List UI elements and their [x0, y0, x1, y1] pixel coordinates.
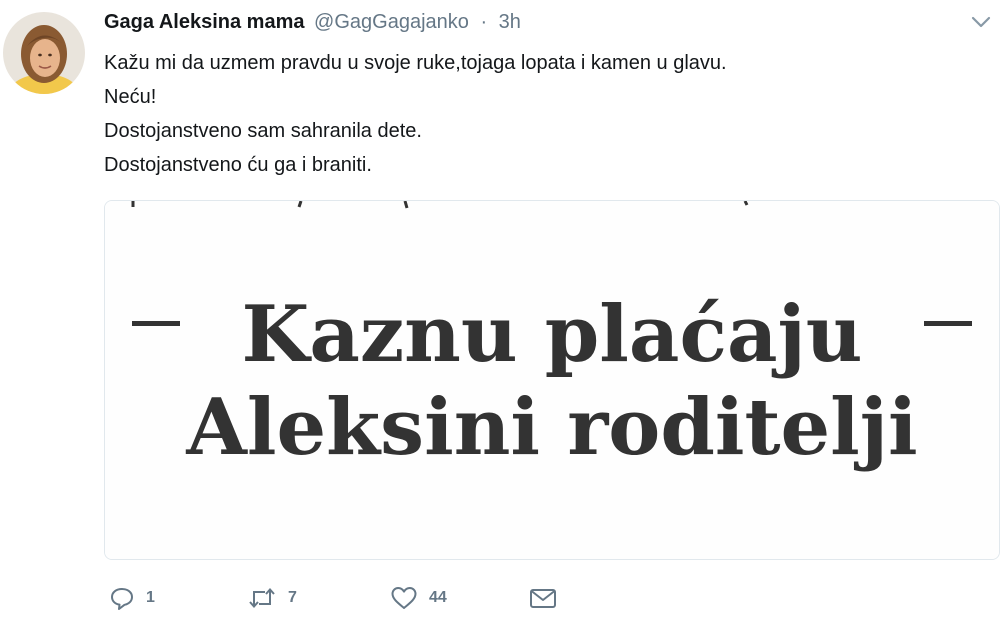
reply-icon — [108, 584, 136, 612]
tweet-header: Gaga Aleksina mama @GagGagajanko · 3h — [104, 8, 521, 36]
tweet-actions: 1 7 44 — [104, 582, 604, 614]
heart-icon — [389, 584, 419, 612]
dash-left — [132, 321, 180, 326]
retweet-count: 7 — [288, 589, 297, 606]
avatar[interactable] — [3, 12, 85, 94]
envelope-icon — [528, 584, 558, 612]
separator-dot: · — [480, 11, 488, 33]
author-handle[interactable]: @GagGagajanko — [314, 11, 469, 33]
tweet-text-line: Kažu mi da uzmem pravdu u svoje ruke,toj… — [104, 52, 727, 74]
tweet-text-line: Dostojanstveno ću ga i braniti. — [104, 154, 372, 176]
chevron-down-icon[interactable] — [968, 12, 994, 32]
media-headline-line2: Aleksini roditelji — [185, 382, 917, 473]
reply-button[interactable]: 1 — [108, 582, 155, 614]
author-name[interactable]: Gaga Aleksina mama — [104, 11, 304, 33]
retweet-button[interactable]: 7 — [246, 582, 297, 614]
like-count: 44 — [429, 589, 447, 606]
direct-message-button[interactable] — [528, 582, 558, 614]
tweet-timestamp[interactable]: 3h — [499, 11, 521, 33]
tweet: Gaga Aleksina mama @GagGagajanko · 3h Ka… — [0, 0, 1000, 621]
tweet-text: Kažu mi da uzmem pravdu u svoje ruke,toj… — [104, 46, 727, 182]
retweet-icon — [246, 584, 278, 612]
dash-right — [924, 321, 972, 326]
like-button[interactable]: 44 — [389, 582, 447, 614]
tweet-text-line: Neću! — [104, 86, 157, 108]
media-image[interactable]: Kaznu plaćaju Aleksini roditelji — [104, 200, 1000, 560]
media-headline-line1: Kaznu plaćaju — [242, 289, 863, 380]
reply-count: 1 — [146, 589, 155, 606]
tweet-text-line: Dostojanstveno sam sahranila dete. — [104, 120, 422, 142]
